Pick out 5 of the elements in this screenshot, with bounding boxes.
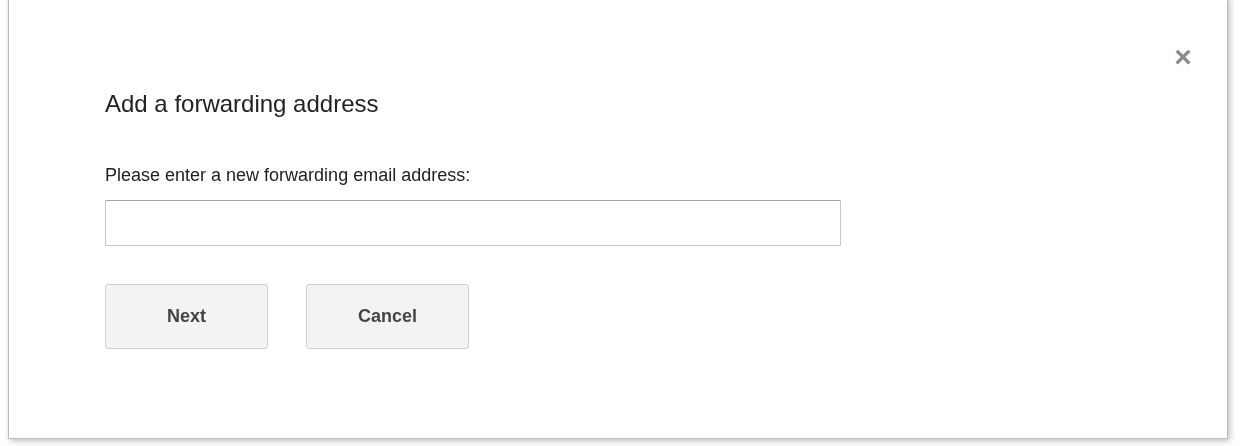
dialog-title: Add a forwarding address (105, 89, 379, 119)
field-label: Please enter a new forwarding email address: (105, 164, 471, 186)
cancel-button[interactable]: Cancel (306, 284, 469, 349)
email-input-field[interactable] (105, 200, 841, 246)
next-button[interactable]: Next (105, 284, 268, 349)
